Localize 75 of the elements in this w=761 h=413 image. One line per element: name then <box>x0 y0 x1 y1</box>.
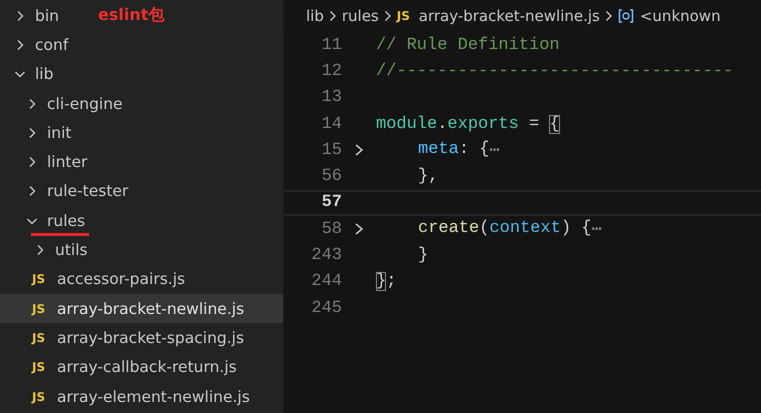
chevron-right-icon <box>384 10 392 22</box>
breadcrumb-item[interactable]: lib <box>306 7 324 25</box>
breadcrumb-item[interactable]: array-bracket-newline.js <box>418 7 600 25</box>
code-token: module <box>376 114 438 134</box>
breadcrumb-item[interactable]: rules <box>342 7 379 25</box>
folder-name: conf <box>35 36 68 54</box>
file-name: array-bracket-newline.js <box>57 300 244 318</box>
code-token: exports <box>447 114 519 134</box>
js-file-icon: JS <box>32 390 48 404</box>
folder-row[interactable]: bin eslint包 <box>0 1 283 30</box>
annotation-label: eslint包 <box>98 5 164 26</box>
file-name: array-callback-return.js <box>57 358 237 376</box>
line-number: 15 <box>320 140 342 160</box>
file-name: accessor-pairs.js <box>57 270 186 288</box>
file-name: array-bracket-spacing.js <box>57 328 244 347</box>
line-number: 57 <box>320 193 342 212</box>
line-number: 11 <box>320 36 342 55</box>
folder-row[interactable]: lib <box>0 60 283 89</box>
code-token: create <box>418 218 480 240</box>
folder-row[interactable]: linter <box>0 147 283 177</box>
folder-name: linter <box>47 153 88 172</box>
line-number: 12 <box>320 62 342 81</box>
file-row[interactable]: JS accessor-pairs.js <box>0 264 283 294</box>
folder-row[interactable]: conf <box>0 30 283 60</box>
code-token: ( <box>479 218 490 240</box>
folder-name: cli-engine <box>47 94 123 113</box>
variable-symbol-icon <box>618 9 634 23</box>
code-token: ⋯ <box>591 220 602 240</box>
code-token: ⋯ <box>489 140 500 161</box>
line-number: 245 <box>310 298 342 318</box>
file-row[interactable]: JS array-callback-return.js <box>0 352 283 382</box>
breadcrumb-item[interactable]: <unknown <box>640 7 721 25</box>
file-row[interactable]: JS array-bracket-spacing.js <box>0 323 283 353</box>
js-file-icon: JS <box>32 272 48 286</box>
folder-row[interactable]: rule-tester <box>0 176 283 206</box>
fold-chevron-icon[interactable] <box>354 222 364 236</box>
file-row[interactable]: JS array-bracket-newline.js <box>0 294 283 324</box>
folder-name: init <box>47 124 72 142</box>
js-file-icon: JS <box>32 360 48 374</box>
code-token: // Rule Definition <box>376 36 560 55</box>
line-number: 13 <box>320 88 342 108</box>
file-name: array-element-newline.js <box>57 388 250 406</box>
folder-row[interactable]: rules <box>0 206 283 236</box>
folder-row[interactable]: init <box>0 118 283 148</box>
code-token: //--------------------------------- <box>376 62 734 81</box>
folder-name: rule-tester <box>47 182 128 200</box>
js-file-icon: JS <box>396 9 413 23</box>
js-file-icon: JS <box>32 302 48 316</box>
line-number: 243 <box>310 246 342 266</box>
folder-name: utils <box>55 241 88 260</box>
matched-bracket: { <box>549 114 560 134</box>
folder-name: rules <box>47 212 86 230</box>
code-token: . <box>437 114 448 134</box>
folder-row[interactable]: cli-engine <box>0 88 283 118</box>
js-file-icon: JS <box>32 330 48 345</box>
chevron-right-icon <box>328 10 337 22</box>
folder-row[interactable]: utils <box>0 235 283 265</box>
file-row[interactable]: JS array-element-newline.js <box>0 382 283 412</box>
code-token: meta <box>418 140 459 161</box>
code-token: = <box>528 114 540 134</box>
code-token: ; <box>386 272 396 292</box>
matched-bracket: } <box>376 272 386 292</box>
code-token: }, <box>418 167 438 186</box>
fold-chevron-icon[interactable] <box>354 143 364 158</box>
line-number: 14 <box>320 114 342 134</box>
code-token: context <box>489 218 561 240</box>
folder-name: lib <box>35 65 54 84</box>
code-token: : { <box>458 140 490 161</box>
line-number: 56 <box>320 167 342 186</box>
line-number: 244 <box>310 272 342 292</box>
code-token: ) { <box>560 218 592 240</box>
chevron-right-icon <box>604 10 613 22</box>
line-number: 58 <box>320 220 342 239</box>
folder-name: bin <box>35 6 59 25</box>
code-token: } <box>418 246 428 266</box>
